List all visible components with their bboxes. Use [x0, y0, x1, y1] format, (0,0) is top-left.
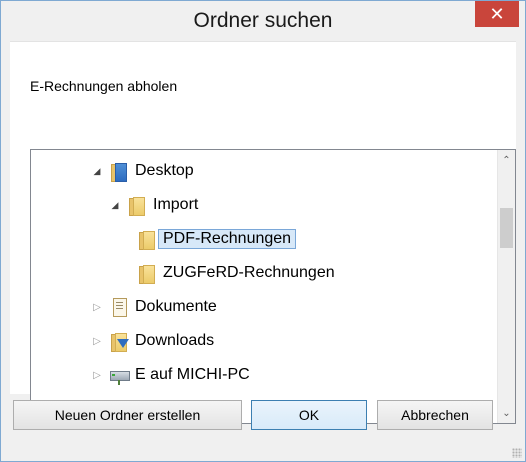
tree-item-label: PDF-Rechnungen: [158, 229, 297, 249]
title-bar: Ordner suchen ✕: [1, 1, 525, 37]
tree-item-label: Desktop: [135, 162, 194, 179]
tree-item-label: Downloads: [135, 332, 215, 349]
tree-item-label: Dokumente: [135, 298, 217, 315]
scroll-up-button[interactable]: ⌃: [498, 150, 515, 170]
tree-item-label: ZUGFeRD-Rechnungen: [163, 264, 335, 281]
expanded-arrow-icon[interactable]: ◢: [91, 166, 103, 177]
tree-item-import[interactable]: ◢ Import: [109, 190, 198, 220]
chevron-up-icon: ⌃: [502, 154, 511, 166]
desktop-folder-icon: [109, 161, 129, 182]
ok-button-label: OK: [298, 407, 320, 423]
tree-item-e-auf-michi-pc[interactable]: ▷ E auf MICHI-PC: [91, 360, 250, 390]
downloads-icon: [109, 331, 129, 352]
tree-item-pdf-rechnungen[interactable]: PDF-Rechnungen: [137, 224, 297, 254]
folder-icon: [137, 229, 157, 250]
close-icon: ✕: [489, 4, 505, 24]
tree-item-label: E auf MICHI-PC: [135, 366, 250, 383]
tree-item-desktop[interactable]: ◢ Desktop: [91, 156, 194, 186]
collapsed-arrow-icon[interactable]: ▷: [91, 370, 103, 381]
documents-icon: [109, 297, 129, 317]
collapsed-arrow-icon[interactable]: ▷: [91, 336, 103, 347]
dialog-title: Ordner suchen: [193, 9, 333, 32]
expanded-arrow-icon[interactable]: ◢: [109, 200, 121, 211]
dialog-client-area: E-Rechnungen abholen ◢ Desktop ◢ Import …: [10, 41, 516, 424]
scroll-thumb[interactable]: [500, 208, 513, 248]
vertical-scrollbar[interactable]: ⌃ ⌄: [497, 150, 515, 423]
folder-tree[interactable]: ◢ Desktop ◢ Import PDF-Rechnungen ZUGFeR…: [30, 149, 516, 424]
resize-grip[interactable]: [512, 448, 522, 458]
tree-item-label: Import: [153, 196, 199, 213]
tree-item-dokumente[interactable]: ▷ Dokumente: [91, 292, 217, 322]
folder-icon: [137, 263, 157, 284]
folder-icon: [127, 195, 147, 216]
new-folder-button[interactable]: Neuen Ordner erstellen: [13, 400, 242, 430]
instruction-text: E-Rechnungen abholen: [30, 78, 178, 94]
cancel-button[interactable]: Abbrechen: [377, 400, 493, 430]
new-folder-button-label: Neuen Ordner erstellen: [54, 407, 201, 423]
tree-item-downloads[interactable]: ▷ Downloads: [91, 326, 214, 356]
folder-browser-dialog: Ordner suchen ✕ E-Rechnungen abholen ◢ D…: [0, 0, 526, 462]
close-button[interactable]: ✕: [475, 1, 519, 27]
tree-item-zugferd-rechnungen[interactable]: ZUGFeRD-Rechnungen: [137, 258, 335, 288]
cancel-button-label: Abbrechen: [401, 407, 469, 423]
ok-button[interactable]: OK: [251, 400, 367, 430]
collapsed-arrow-icon[interactable]: ▷: [91, 302, 103, 313]
network-drive-icon: [109, 365, 130, 385]
button-row: Neuen Ordner erstellen OK Abbrechen: [1, 396, 526, 436]
